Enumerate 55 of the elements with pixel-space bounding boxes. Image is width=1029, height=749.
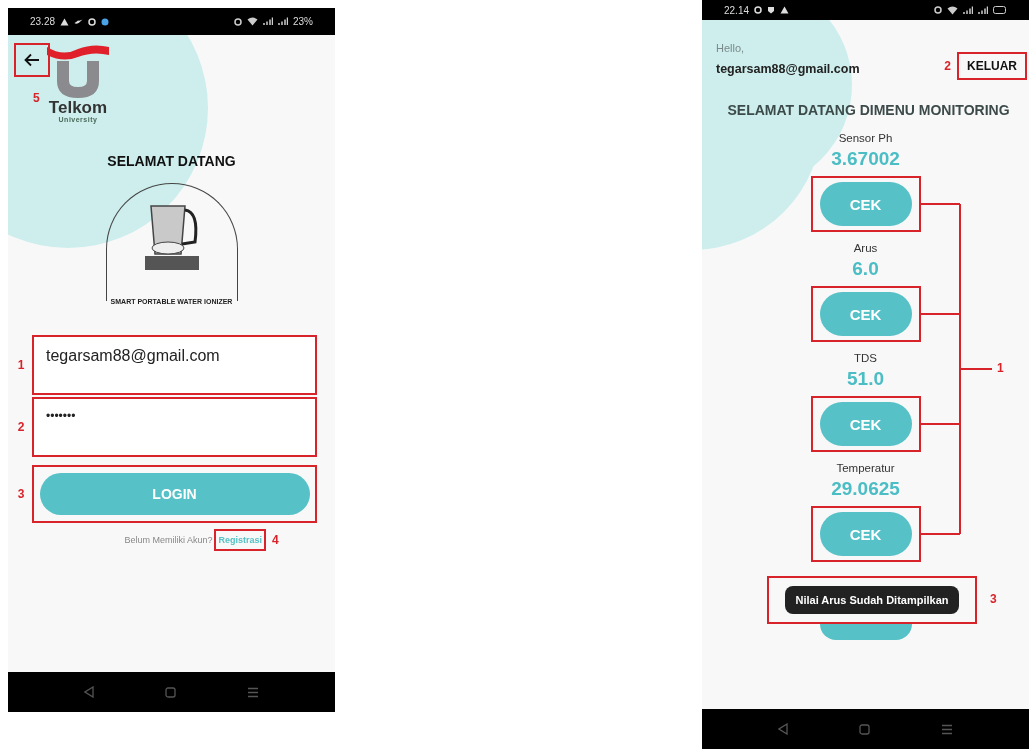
login-button[interactable]: LOGIN [39, 473, 310, 515]
toast-message: Nilai Arus Sudah Ditampilkan [785, 586, 959, 614]
check-button[interactable]: CEK [819, 292, 912, 336]
status-time: 22.14 [724, 4, 750, 16]
check-button[interactable]: CEK [819, 512, 912, 556]
dot-icon [101, 17, 110, 26]
sensor-value: 6.0 [852, 258, 879, 281]
signal-icon [263, 17, 273, 26]
sensor-value: 29.0625 [831, 478, 900, 501]
sensor-label: TDS [854, 352, 877, 366]
check-button[interactable]: CEK [819, 402, 912, 446]
register-prompt: Belum Memiliki Akun? [124, 535, 213, 545]
shield-icon [767, 6, 776, 14]
alert-triangle-icon [780, 6, 790, 14]
callout-number: 1 [17, 358, 25, 372]
circle-icon [88, 17, 97, 26]
wifi-icon [247, 17, 258, 26]
signal-icon [963, 5, 973, 15]
register-link[interactable]: Registrasi [218, 535, 262, 545]
menu-icon[interactable] [247, 686, 260, 698]
signal-icon [978, 5, 988, 15]
email-field[interactable]: tegarsam88@gmail.com [34, 337, 315, 393]
battery-icon [993, 6, 1007, 14]
alert-triangle-icon [60, 17, 70, 26]
sensor-value: 51.0 [847, 368, 884, 391]
callout-number: 3 [17, 487, 25, 501]
logo-name: Telkom [48, 99, 108, 116]
callout-number: 3 [990, 592, 997, 606]
check-button[interactable]: CEK [819, 182, 912, 226]
user-email: tegarsam88@gmail.com [716, 62, 860, 76]
monitoring-title: SELAMAT DATANG DIMENU MONITORING [726, 102, 1011, 118]
callout-number: 1 [997, 361, 1004, 375]
sensor-label: Temperatur [836, 462, 895, 476]
battery-percentage: 23% [293, 16, 313, 27]
back-triangle-icon[interactable] [83, 686, 94, 698]
back-arrow-icon[interactable] [24, 53, 40, 67]
wifi-icon [947, 5, 958, 15]
sensor-label: Arus [853, 242, 878, 256]
callout-number: 5 [33, 91, 40, 105]
partly-hidden-button[interactable] [819, 624, 912, 640]
sensor-label: Sensor Ph [838, 132, 893, 146]
logout-button[interactable]: KELUAR [959, 56, 1025, 76]
home-square-icon[interactable] [859, 723, 870, 735]
sensor-value: 3.67002 [831, 148, 900, 171]
callout-number: 2 [17, 420, 25, 434]
callout-number: 2 [944, 59, 951, 73]
password-field[interactable]: ••••••• [34, 399, 315, 455]
menu-icon[interactable] [941, 723, 954, 735]
status-time: 23.28 [30, 16, 56, 27]
callout-number: 4 [271, 533, 279, 547]
home-square-icon[interactable] [165, 686, 176, 698]
greeting: Hello, [716, 42, 746, 54]
welcome-title: SELAMAT DATANG [106, 153, 237, 169]
back-triangle-icon[interactable] [777, 723, 788, 735]
signal-icon [278, 17, 288, 26]
